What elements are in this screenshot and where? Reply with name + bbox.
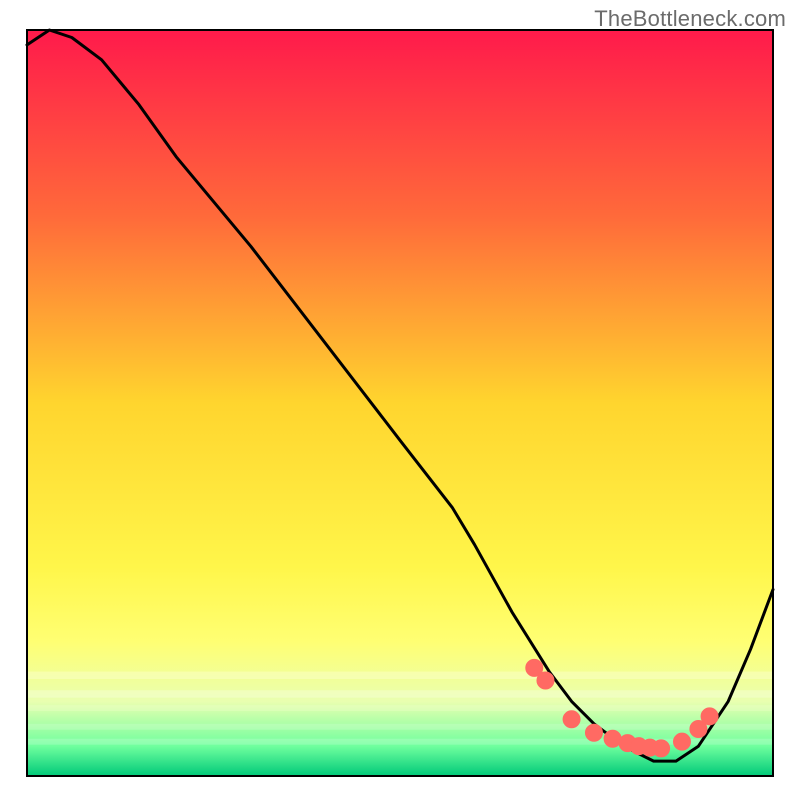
marker-point	[585, 724, 602, 741]
gradient-band	[27, 672, 773, 679]
heat-gradient	[27, 30, 773, 776]
marker-point	[563, 711, 580, 728]
attribution-text: TheBottleneck.com	[594, 6, 786, 32]
marker-point	[673, 733, 690, 750]
chart-container: TheBottleneck.com	[0, 0, 800, 800]
gradient-band	[27, 690, 773, 697]
marker-point	[701, 708, 718, 725]
chart-svg	[0, 0, 800, 800]
gradient-band	[27, 724, 773, 730]
marker-point	[604, 730, 621, 747]
marker-point	[537, 672, 554, 689]
marker-point	[653, 740, 670, 757]
gradient-band	[27, 705, 773, 711]
